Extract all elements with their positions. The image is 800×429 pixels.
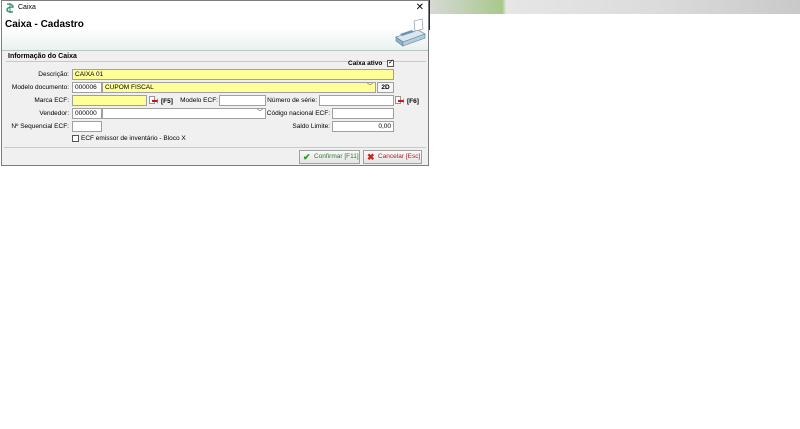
- sequencial-ecf-input[interactable]: [72, 121, 102, 132]
- f6-hotkey[interactable]: [F6]: [407, 98, 419, 105]
- caixa-ativo-checkbox[interactable]: [387, 58, 394, 67]
- header-banner: Caixa - Cadastro: [2, 16, 428, 51]
- modelo-documento-select[interactable]: CUPOM FISCAL ﹀: [102, 82, 376, 93]
- saldo-limite-label: Saldo Limite:: [292, 123, 330, 130]
- cancelar-label: Cancelar [Esc]: [378, 153, 421, 160]
- caixa-dialog: Caixa ✕ Caixa - Cadastro Informação do C…: [1, 0, 429, 166]
- ecf-inventario-label: ECF emissor de inventário - Bloco X: [81, 135, 186, 142]
- search-red-arrow-icon[interactable]: [395, 96, 404, 105]
- footer-divider: [4, 147, 426, 148]
- modelo-documento-code-input[interactable]: 000006: [72, 82, 102, 93]
- descricao-input[interactable]: CAIXA 01: [72, 69, 394, 80]
- background-window-strip: [428, 0, 800, 14]
- chevron-down-icon[interactable]: ﹀: [365, 83, 375, 92]
- app-icon: [6, 3, 14, 13]
- codigo-nacional-ecf-input[interactable]: [332, 108, 394, 119]
- ecf-inventario-checkbox[interactable]: [72, 135, 79, 142]
- marca-ecf-input[interactable]: [72, 95, 147, 106]
- numero-serie-input[interactable]: [319, 95, 394, 106]
- modelo-ecf-label: Modelo ECF:: [180, 97, 218, 104]
- modelo-documento-label: Modelo documento:: [11, 84, 69, 91]
- confirmar-button[interactable]: ✔ Confirmar [F11]: [299, 150, 360, 164]
- saldo-limite-input[interactable]: 0,00: [332, 121, 394, 132]
- search-red-arrow-icon[interactable]: [149, 96, 158, 105]
- f5-hotkey[interactable]: [F5]: [161, 98, 173, 105]
- descricao-label: Descrição:: [38, 71, 69, 78]
- caixa-ativo-label: Caixa ativo: [348, 60, 383, 67]
- vendedor-label: Vendedor:: [39, 110, 69, 117]
- section-title: Informação do Caixa: [8, 53, 77, 60]
- section-informacao-caixa: Informação do Caixa Caixa ativo Descriçã…: [6, 51, 428, 146]
- 2d-button[interactable]: 2D: [377, 82, 394, 93]
- window-title: Caixa: [18, 4, 36, 11]
- modelo-ecf-input[interactable]: [219, 95, 266, 106]
- numero-serie-label: Número de série:: [267, 97, 317, 104]
- vendedor-code-input[interactable]: 000000: [72, 108, 102, 119]
- sequencial-ecf-label: Nº Sequencial ECF:: [11, 123, 69, 130]
- vendedor-select[interactable]: ﹀: [102, 108, 266, 119]
- page-title: Caixa - Cadastro: [5, 19, 84, 30]
- codigo-nacional-ecf-label: Código nacional ECF:: [266, 110, 330, 117]
- title-bar: Caixa ✕: [2, 1, 428, 16]
- check-icon: ✔: [303, 152, 311, 162]
- cancelar-button[interactable]: ✖ Cancelar [Esc]: [363, 150, 422, 164]
- cash-register-icon: [395, 18, 426, 47]
- cancel-x-icon: ✖: [367, 152, 375, 162]
- close-icon[interactable]: ✕: [416, 2, 424, 14]
- marca-ecf-label: Marca ECF:: [34, 97, 69, 104]
- modelo-documento-value: CUPOM FISCAL: [105, 84, 154, 91]
- confirmar-label: Confirmar [F11]: [314, 153, 359, 160]
